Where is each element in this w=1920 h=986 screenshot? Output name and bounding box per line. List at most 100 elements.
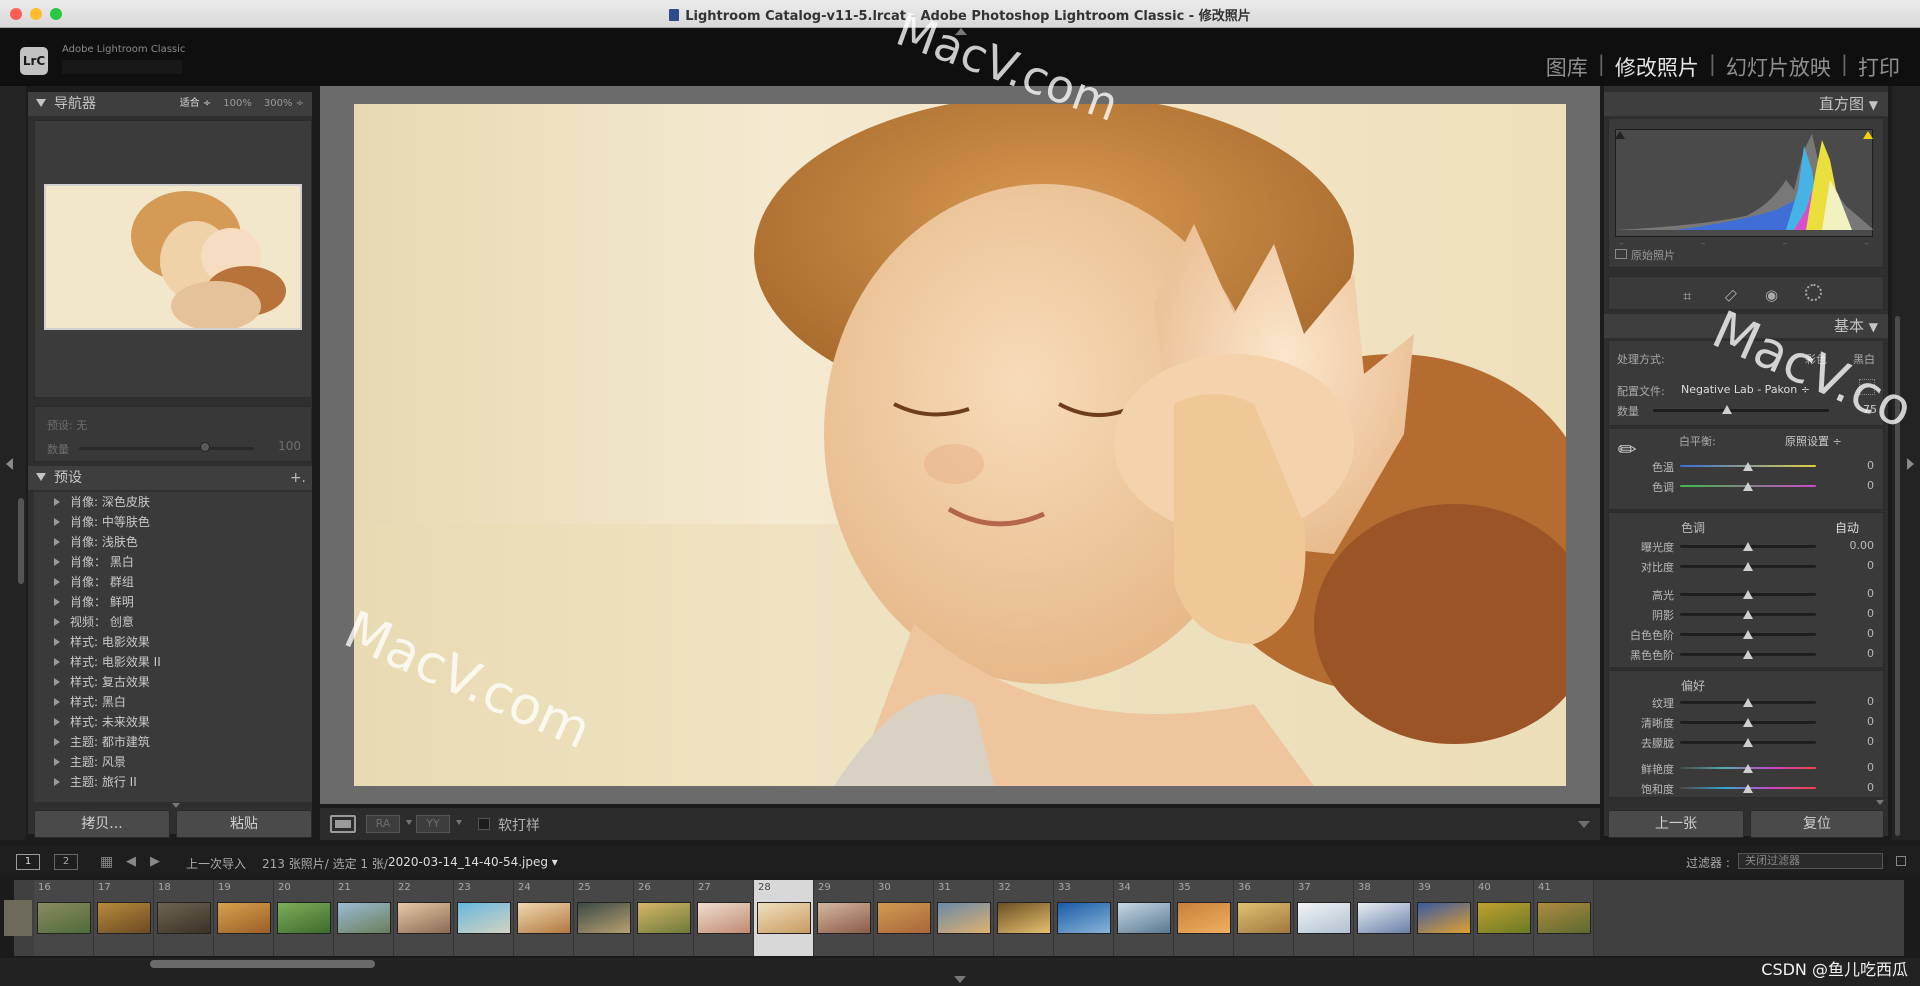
filmstrip-thumbnail[interactable] [817, 902, 871, 934]
filmstrip-thumbnail[interactable] [877, 902, 931, 934]
module-library[interactable]: 图库 [1546, 52, 1588, 82]
primary-window-button[interactable]: 1 [16, 854, 40, 870]
filmstrip-thumbnail[interactable] [1057, 902, 1111, 934]
masking-icon[interactable] [1805, 284, 1822, 301]
filmstrip-cell[interactable]: 30 [874, 880, 934, 956]
filmstrip-partial-thumbnail[interactable] [4, 900, 32, 936]
filmstrip-cell[interactable]: 31 [934, 880, 994, 956]
filmstrip-cell[interactable]: 23 [454, 880, 514, 956]
profile-amount-track[interactable] [1653, 409, 1829, 412]
filmstrip-cell[interactable]: 34 [1114, 880, 1174, 956]
preset-folder-item[interactable]: 主题: 都市建筑 [34, 732, 312, 752]
expand-triangle-icon[interactable] [54, 778, 60, 786]
paste-settings-button[interactable]: 粘贴 [176, 810, 312, 838]
preset-folder-item[interactable]: 主题: 风景 [34, 752, 312, 772]
filmstrip-cell[interactable]: 38 [1354, 880, 1414, 956]
before-after-dropdown-icon[interactable] [406, 820, 412, 825]
add-preset-button[interactable]: +. [290, 466, 306, 490]
left-panel-toggle-icon[interactable] [6, 458, 13, 470]
filmstrip-cell[interactable]: 16 [34, 880, 94, 956]
secondary-window-button[interactable]: 2 [54, 854, 78, 870]
filmstrip-cell[interactable]: 22 [394, 880, 454, 956]
collapse-bottom-arrow-icon[interactable] [954, 976, 966, 983]
preset-folder-item[interactable]: 样式: 未来效果 [34, 712, 312, 732]
filmstrip-cell[interactable]: 19 [214, 880, 274, 956]
soft-proof-checkbox[interactable] [478, 818, 490, 830]
filmstrip-cell[interactable]: 35 [1174, 880, 1234, 956]
filmstrip-cell[interactable]: 33 [1054, 880, 1114, 956]
expand-triangle-icon[interactable] [54, 738, 60, 746]
original-photo-checkbox[interactable] [1615, 249, 1627, 259]
red-eye-icon[interactable]: ◉ [1765, 286, 1778, 304]
histogram-header[interactable]: 直方图 ▼ [1604, 92, 1888, 116]
navigator-header[interactable]: 导航器 适合 ÷ 100% 300% ÷ [28, 92, 312, 116]
expand-triangle-icon[interactable] [54, 498, 60, 506]
module-slideshow[interactable]: 幻灯片放映 [1726, 52, 1831, 82]
filmstrip-cell[interactable]: 37 [1294, 880, 1354, 956]
filmstrip-thumbnail[interactable] [457, 902, 511, 934]
filmstrip-thumbnail[interactable] [1537, 902, 1591, 934]
filmstrip-cell[interactable]: 29 [814, 880, 874, 956]
preset-folder-item[interactable]: 主题: 旅行 II [34, 772, 312, 792]
filmstrip-thumbnail[interactable] [397, 902, 451, 934]
tone-auto-button[interactable]: 自动 [1835, 519, 1859, 536]
expand-triangle-icon[interactable] [54, 678, 60, 686]
zoom-fit[interactable]: 适合 ÷ [180, 92, 212, 116]
filter-select[interactable]: 关闭过滤器 [1738, 853, 1883, 869]
expand-triangle-icon[interactable] [54, 538, 60, 546]
navigator-thumbnail[interactable] [44, 184, 302, 330]
preset-folder-item[interactable]: 样式: 复古效果 [34, 672, 312, 692]
module-develop[interactable]: 修改照片 [1615, 52, 1699, 82]
filmstrip-thumbnail[interactable] [937, 902, 991, 934]
filmstrip-thumbnail[interactable] [337, 902, 391, 934]
filmstrip-thumbnail[interactable] [217, 902, 271, 934]
filmstrip-thumbnail[interactable] [697, 902, 751, 934]
preset-folder-item[interactable]: 肖像： 黑白 [34, 552, 312, 572]
before-after-swap-button[interactable]: YY [416, 815, 450, 833]
basic-collapse-icon[interactable]: ▼ [1869, 320, 1878, 334]
preset-folder-item[interactable]: 视频： 创意 [34, 612, 312, 632]
histogram-collapse-icon[interactable]: ▼ [1869, 98, 1878, 112]
filmstrip-thumbnail[interactable] [1177, 902, 1231, 934]
filmstrip-cell-selected[interactable]: 28 [754, 880, 814, 956]
filmstrip-cell[interactable]: 24 [514, 880, 574, 956]
preset-folder-item[interactable]: 样式: 电影效果 II [34, 652, 312, 672]
filmstrip-thumbnail[interactable] [577, 902, 631, 934]
back-arrow-icon[interactable]: ◀ [126, 854, 136, 869]
expand-triangle-icon[interactable] [54, 658, 60, 666]
expand-triangle-icon[interactable] [54, 698, 60, 706]
filmstrip-cell[interactable]: 21 [334, 880, 394, 956]
wb-select[interactable]: 原照设置 ÷ [1785, 433, 1842, 449]
expand-triangle-icon[interactable] [54, 598, 60, 606]
preset-scroll-arrow-icon[interactable] [172, 803, 180, 808]
filmstrip-cell[interactable]: 26 [634, 880, 694, 956]
toolbar-content-menu-icon[interactable] [1578, 821, 1590, 828]
expand-triangle-icon[interactable] [54, 638, 60, 646]
eyedropper-icon[interactable]: ✎ [1613, 427, 1655, 469]
filmstrip-thumbnail[interactable] [97, 902, 151, 934]
grid-view-icon[interactable]: ▦ [100, 854, 113, 870]
preset-folder-item[interactable]: 样式: 黑白 [34, 692, 312, 712]
expand-triangle-icon[interactable] [54, 518, 60, 526]
preset-folder-item[interactable]: 肖像: 浅肤色 [34, 532, 312, 552]
filmstrip-thumbnail[interactable] [1117, 902, 1171, 934]
filmstrip-thumbnail[interactable] [1357, 902, 1411, 934]
preset-folder-item[interactable]: 肖像： 群组 [34, 572, 312, 592]
filmstrip-thumbnail[interactable] [517, 902, 571, 934]
filmstrip-cell[interactable]: 32 [994, 880, 1054, 956]
crop-tool-icon[interactable]: ⌗ [1683, 287, 1691, 305]
highlight-clipping-icon[interactable] [1863, 131, 1873, 139]
filmstrip-thumbnail[interactable] [277, 902, 331, 934]
reset-button[interactable]: 复位 [1750, 810, 1884, 838]
filmstrip-thumbnail[interactable] [1477, 902, 1531, 934]
expand-triangle-icon[interactable] [54, 758, 60, 766]
filmstrip-thumbnail[interactable] [157, 902, 211, 934]
filmstrip-thumbnail[interactable] [1237, 902, 1291, 934]
expand-triangle-icon[interactable] [54, 558, 60, 566]
filmstrip-thumbnail[interactable] [1297, 902, 1351, 934]
filmstrip-cell[interactable]: 41 [1534, 880, 1594, 956]
selected-filename[interactable]: 2020-03-14_14-40-54.jpeg ▾ [388, 855, 558, 869]
before-after-view-button[interactable]: RA [366, 815, 400, 833]
preset-amount-knob[interactable] [200, 442, 210, 452]
filmstrip-thumbnail[interactable] [997, 902, 1051, 934]
